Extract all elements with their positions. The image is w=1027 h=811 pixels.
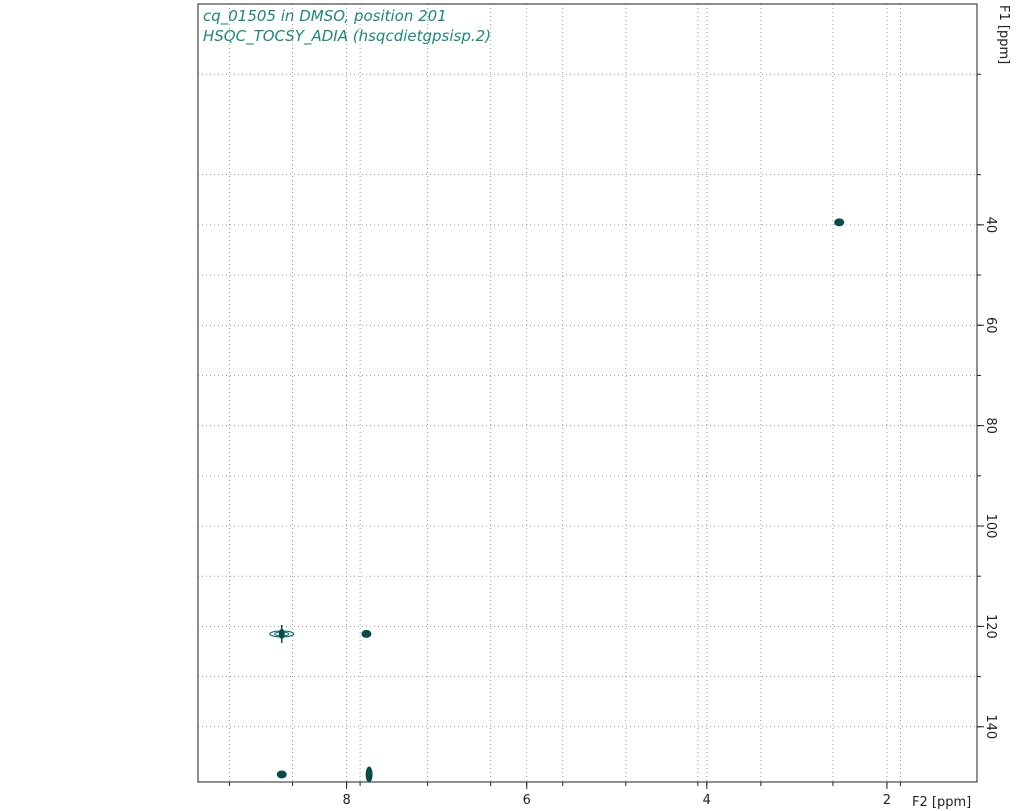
peak [365, 766, 373, 783]
peak-core [834, 218, 845, 227]
peak-layer [269, 218, 845, 783]
y-tick-label: 40 [983, 217, 998, 234]
x-axis-label: F2 [ppm] [912, 795, 971, 810]
peak-core [361, 629, 372, 638]
peak [834, 218, 845, 227]
peak [276, 770, 287, 779]
x-tick-label: 2 [883, 793, 891, 808]
y-axis: 40 60 80 100 120 140 [977, 73, 998, 739]
y-tick-label: 140 [983, 714, 998, 739]
nmr-spectrum-plot: 8 6 4 2 40 60 80 100 120 140 cq_01505 in DMSO, p… [197, 3, 1011, 810]
peak-core [365, 766, 373, 783]
x-tick-label: 4 [703, 793, 711, 808]
x-tick-label: 6 [523, 793, 531, 808]
peak-core [276, 770, 287, 779]
peak [269, 624, 295, 643]
title-line-2: HSQC_TOCSY_ADIA (hsqcdietgpsisp.2) [203, 27, 491, 46]
y-tick-label: 60 [983, 317, 998, 334]
title-line-1: cq_01505 in DMSO, position 201 [203, 7, 447, 26]
x-tick-label: 8 [342, 793, 350, 808]
grid-lines [198, 4, 977, 782]
peak-core [278, 628, 285, 639]
y-tick-label: 80 [983, 417, 998, 434]
y-tick-label: 120 [983, 614, 998, 639]
plot-frame [197, 3, 978, 783]
y-tick-label: 100 [983, 514, 998, 539]
y-axis-label: F1 [ppm] [996, 5, 1011, 64]
x-axis: 8 6 4 2 [229, 782, 901, 808]
peak [361, 629, 372, 638]
